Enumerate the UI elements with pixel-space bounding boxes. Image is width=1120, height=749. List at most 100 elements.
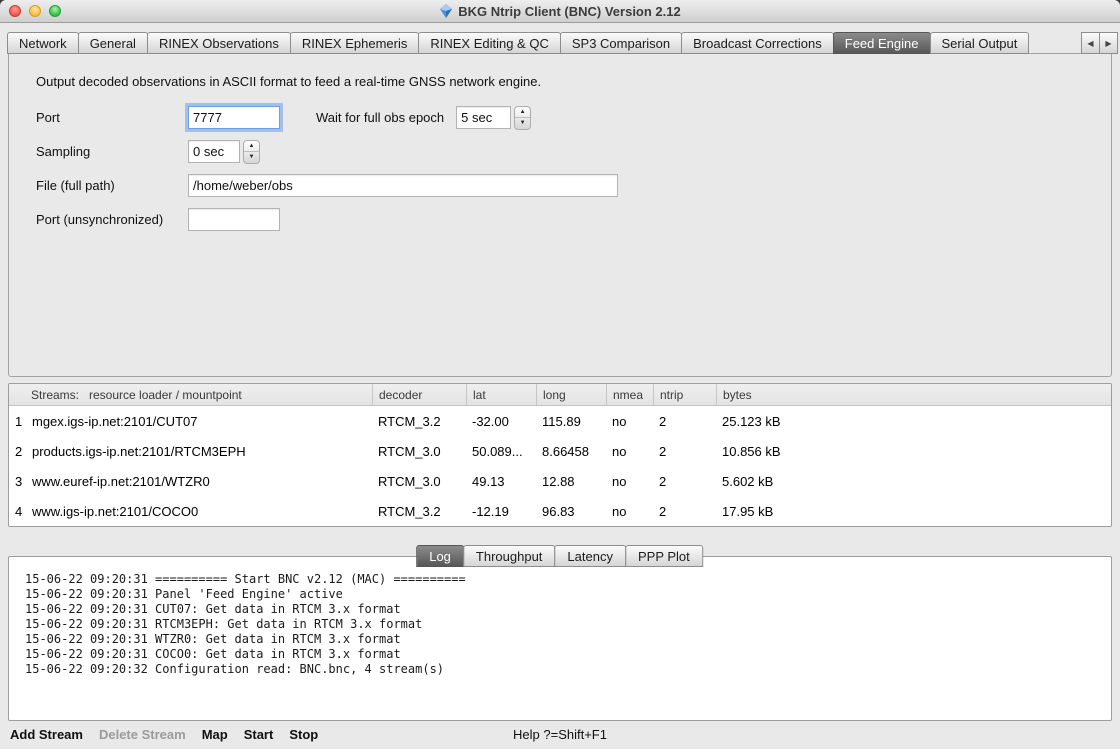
cell-ntrip: 2 [653, 474, 716, 489]
stop-button[interactable]: Stop [289, 727, 318, 742]
cell-nmea: no [606, 414, 653, 429]
tab-ppp-plot[interactable]: PPP Plot [625, 545, 703, 567]
cell-lat: -12.19 [466, 504, 536, 519]
header-streams-mountpoint[interactable]: Streams: resource loader / mountpoint [9, 384, 372, 405]
window-title-area: BKG Ntrip Client (BNC) Version 2.12 [439, 4, 680, 19]
cell-long: 8.66458 [536, 444, 606, 459]
start-button[interactable]: Start [244, 727, 274, 742]
panel-description: Output decoded observations in ASCII for… [36, 74, 1085, 89]
cell-lat: 49.13 [466, 474, 536, 489]
header-bytes[interactable]: bytes [716, 384, 1111, 405]
tab-network[interactable]: Network [7, 32, 79, 54]
port-row: Port Wait for full obs epoch ▲ ▼ [36, 106, 1085, 129]
sampling-row: Sampling ▲ ▼ [36, 140, 1085, 163]
zoom-button[interactable] [49, 5, 61, 17]
cell-nmea: no [606, 444, 653, 459]
header-long[interactable]: long [536, 384, 606, 405]
log-panel: Log Throughput Latency PPP Plot 15-06-22… [8, 556, 1112, 721]
header-decoder[interactable]: decoder [372, 384, 466, 405]
cell-bytes: 17.95 kB [716, 504, 1111, 519]
file-path-label: File (full path) [36, 178, 188, 193]
cell-lat: -32.00 [466, 414, 536, 429]
streams-table-header: Streams: resource loader / mountpoint de… [9, 384, 1111, 406]
table-row[interactable]: 2 products.igs-ip.net:2101/RTCM3EPH RTCM… [9, 436, 1111, 466]
tab-throughput[interactable]: Throughput [463, 545, 556, 567]
log-tab-bar: Log Throughput Latency PPP Plot [417, 545, 703, 567]
port-unsync-input[interactable] [188, 208, 280, 231]
bnc-window: BKG Ntrip Client (BNC) Version 2.12 Netw… [0, 0, 1120, 749]
wait-epoch-label: Wait for full obs epoch [316, 110, 444, 125]
delete-stream-button[interactable]: Delete Stream [99, 727, 186, 742]
port-input[interactable] [188, 106, 280, 129]
cell-decoder: RTCM_3.2 [372, 414, 466, 429]
cell-mountpoint: www.euref-ip.net:2101/WTZR0 [25, 474, 372, 489]
sampling-input[interactable] [188, 140, 240, 163]
table-row[interactable]: 4 www.igs-ip.net:2101/COCO0 RTCM_3.2 -12… [9, 496, 1111, 526]
tab-broadcast-corrections[interactable]: Broadcast Corrections [681, 32, 834, 54]
help-shortcut-text: Help ?=Shift+F1 [513, 727, 607, 742]
feed-engine-panel: Output decoded observations in ASCII for… [8, 53, 1112, 377]
tab-latency[interactable]: Latency [554, 545, 626, 567]
port-unsync-row: Port (unsynchronized) [36, 208, 1085, 231]
streams-table: Streams: resource loader / mountpoint de… [8, 383, 1112, 527]
tab-scrollers: ◀ ▶ [1082, 32, 1118, 54]
cell-lat: 50.089... [466, 444, 536, 459]
log-line: 15-06-22 09:20:31 Panel 'Feed Engine' ac… [25, 587, 1111, 602]
header-ntrip[interactable]: ntrip [653, 384, 716, 405]
cell-long: 12.88 [536, 474, 606, 489]
header-nmea[interactable]: nmea [606, 384, 653, 405]
tab-rinex-observations[interactable]: RINEX Observations [147, 32, 291, 54]
tab-rinex-editing-qc[interactable]: RINEX Editing & QC [418, 32, 561, 54]
log-line: 15-06-22 09:20:32 Configuration read: BN… [25, 662, 1111, 677]
window-title: BKG Ntrip Client (BNC) Version 2.12 [458, 4, 680, 19]
table-row[interactable]: 1 mgex.igs-ip.net:2101/CUT07 RTCM_3.2 -3… [9, 406, 1111, 436]
map-button[interactable]: Map [202, 727, 228, 742]
tab-scroll-left-icon[interactable]: ◀ [1081, 32, 1100, 54]
cell-bytes: 25.123 kB [716, 414, 1111, 429]
port-label: Port [36, 110, 188, 125]
tab-bar: Network General RINEX Observations RINEX… [0, 23, 1120, 54]
stepper-down-icon[interactable]: ▼ [515, 118, 530, 129]
sampling-label: Sampling [36, 144, 188, 159]
cell-bytes: 5.602 kB [716, 474, 1111, 489]
tab-general[interactable]: General [78, 32, 148, 54]
row-number: 4 [9, 504, 25, 519]
table-row[interactable]: 3 www.euref-ip.net:2101/WTZR0 RTCM_3.0 4… [9, 466, 1111, 496]
file-path-input[interactable] [188, 174, 618, 197]
cell-ntrip: 2 [653, 414, 716, 429]
row-number: 3 [9, 474, 25, 489]
wait-epoch-input[interactable] [456, 106, 511, 129]
minimize-button[interactable] [29, 5, 41, 17]
cell-long: 115.89 [536, 414, 606, 429]
tab-scroll-right-icon[interactable]: ▶ [1099, 32, 1118, 54]
sampling-stepper[interactable]: ▲ ▼ [243, 140, 260, 164]
titlebar: BKG Ntrip Client (BNC) Version 2.12 [0, 0, 1120, 23]
tab-feed-engine[interactable]: Feed Engine [833, 32, 931, 54]
cell-nmea: no [606, 474, 653, 489]
tab-log[interactable]: Log [416, 545, 464, 567]
header-lat[interactable]: lat [466, 384, 536, 405]
tab-sp3-comparison[interactable]: SP3 Comparison [560, 32, 682, 54]
row-number: 2 [9, 444, 25, 459]
tab-rinex-ephemeris[interactable]: RINEX Ephemeris [290, 32, 419, 54]
tab-serial-output[interactable]: Serial Output [930, 32, 1030, 54]
log-line: 15-06-22 09:20:31 RTCM3EPH: Get data in … [25, 617, 1111, 632]
cell-mountpoint: www.igs-ip.net:2101/COCO0 [25, 504, 372, 519]
cell-mountpoint: products.igs-ip.net:2101/RTCM3EPH [25, 444, 372, 459]
stepper-down-icon[interactable]: ▼ [244, 152, 259, 163]
cell-ntrip: 2 [653, 444, 716, 459]
wait-epoch-stepper[interactable]: ▲ ▼ [514, 106, 531, 130]
stepper-up-icon[interactable]: ▲ [244, 141, 259, 153]
log-line: 15-06-22 09:20:31 COCO0: Get data in RTC… [25, 647, 1111, 662]
log-line: 15-06-22 09:20:31 CUT07: Get data in RTC… [25, 602, 1111, 617]
bnc-app-icon [439, 4, 453, 18]
cell-long: 96.83 [536, 504, 606, 519]
cell-mountpoint: mgex.igs-ip.net:2101/CUT07 [25, 414, 372, 429]
stepper-up-icon[interactable]: ▲ [515, 107, 530, 119]
row-number: 1 [9, 414, 25, 429]
cell-decoder: RTCM_3.0 [372, 474, 466, 489]
add-stream-button[interactable]: Add Stream [10, 727, 83, 742]
bottom-bar: Add Stream Delete Stream Map Start Stop … [0, 721, 1120, 748]
cell-nmea: no [606, 504, 653, 519]
close-button[interactable] [9, 5, 21, 17]
